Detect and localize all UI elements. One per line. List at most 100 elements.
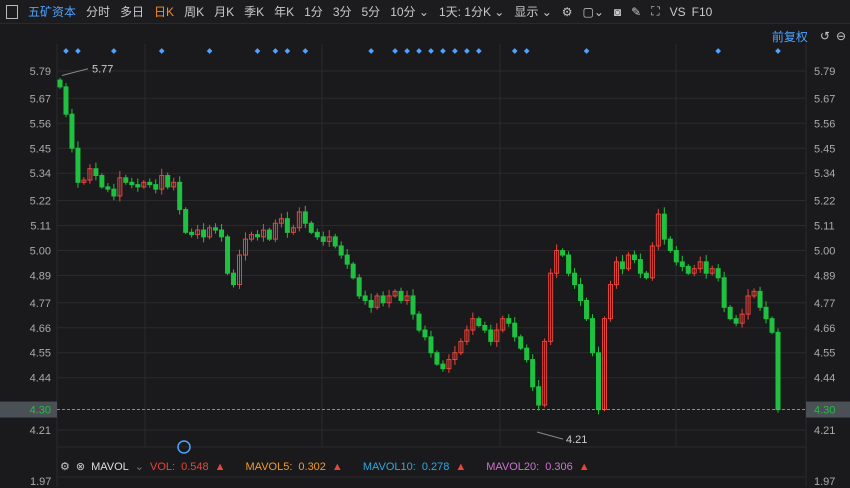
period-tab-2[interactable]: 日K — [154, 3, 174, 20]
candle-body — [572, 272, 578, 286]
y-tick-label: 4.44 — [30, 373, 51, 385]
candle-body — [153, 184, 159, 190]
indicator-close-icon[interactable]: ⊗ — [76, 460, 85, 473]
event-marker — [206, 48, 213, 54]
period-tab-0[interactable]: 分时 — [86, 3, 110, 20]
period-tab-5[interactable]: 季K — [244, 3, 264, 20]
period-tab-10[interactable]: 10分 ⌄ — [390, 3, 429, 20]
candle-body — [476, 318, 482, 326]
min-price-label: 4.21 — [566, 434, 587, 446]
y-tick-label-right: 5.45 — [814, 143, 835, 155]
event-marker — [775, 48, 781, 54]
candle-body — [685, 265, 691, 274]
y-tick-label-right: 5.00 — [814, 246, 835, 258]
candle-body — [123, 177, 129, 183]
fullscreen-icon[interactable]: ⛶ — [651, 4, 659, 19]
candle-body — [631, 254, 637, 261]
event-marker — [302, 48, 309, 54]
candle-body — [715, 268, 721, 279]
y-tick-label: 5.67 — [30, 93, 51, 105]
event-marker — [583, 48, 590, 54]
period-tab-1[interactable]: 多日 — [120, 3, 144, 20]
candle-body — [189, 231, 195, 236]
camera-icon[interactable]: ◙ — [614, 5, 621, 19]
candle-body — [434, 352, 440, 365]
gear-icon[interactable]: ⚙ — [562, 5, 573, 19]
pencil-icon[interactable]: ✎ — [631, 5, 641, 19]
sidebar-toggle-icon[interactable] — [6, 4, 18, 19]
adjust-button[interactable]: 前复权 — [772, 28, 808, 45]
period-tab-8[interactable]: 3分 — [333, 3, 352, 20]
candle-body — [775, 331, 781, 411]
layout-icon[interactable]: ▢⌄ — [583, 5, 604, 19]
candle-body — [63, 86, 69, 115]
candle-body — [673, 250, 679, 263]
candlestick-chart[interactable]: 5.79 5.79 5.67 5.67 5.56 5.56 5.45 5.45 5.34 5.34… — [0, 44, 850, 487]
vs-button[interactable]: VS — [670, 5, 686, 19]
display-dropdown[interactable]: 显示 ⌄ — [514, 3, 551, 20]
event-marker — [476, 48, 482, 54]
candle-body — [320, 236, 326, 242]
event-marker — [272, 48, 279, 54]
candle-body — [667, 238, 673, 251]
indicator-name[interactable]: MAVOL — [91, 461, 129, 473]
candle-body — [75, 147, 81, 183]
y-tick-label: 5.11 — [30, 221, 51, 233]
f10-button[interactable]: F10 — [692, 5, 713, 19]
vol-label: VOL: — [150, 460, 176, 473]
candle-body — [338, 245, 344, 256]
y-tick-label: 4.55 — [30, 348, 51, 360]
candle-body — [428, 336, 434, 354]
candle-body — [380, 295, 386, 304]
candle-body — [733, 318, 739, 324]
event-marker — [404, 48, 410, 54]
event-marker — [75, 48, 81, 54]
candle-body — [763, 306, 769, 320]
indicator-settings-icon[interactable]: ⚙ — [60, 460, 70, 473]
period-tabs: 分时 多日 日K 周K 月K 季K 年K 1分 3分 5分 10分 ⌄ 1天: 1分K ⌄ — [86, 3, 514, 20]
candle-body — [410, 295, 416, 315]
period-tab-7[interactable]: 1分 — [304, 3, 323, 20]
candle-body — [679, 261, 685, 267]
period-tab-3[interactable]: 周K — [184, 3, 204, 20]
period-tab-4[interactable]: 月K — [214, 3, 234, 20]
candle-body — [560, 250, 566, 256]
y-tick-label: 5.56 — [30, 118, 51, 130]
y-tick-label: 5.34 — [30, 168, 51, 180]
event-marker — [63, 48, 69, 54]
event-marker — [428, 48, 434, 54]
candle-body — [362, 295, 368, 301]
event-marker — [284, 48, 291, 54]
indicator-dropdown-icon[interactable]: ⌄ — [135, 460, 144, 473]
stock-name[interactable]: 五矿资本 — [28, 3, 76, 20]
candle-body — [488, 329, 494, 342]
candle-body — [578, 284, 584, 301]
event-marker — [715, 48, 721, 54]
period-tab-9[interactable]: 5分 — [362, 3, 381, 20]
y-tick-label-right: 5.11 — [814, 221, 835, 233]
undo-icon[interactable]: ↺ — [820, 29, 830, 43]
candle-body — [93, 168, 99, 177]
y-tick-label-right: 4.89 — [814, 270, 835, 282]
event-marker — [452, 48, 458, 54]
candle-body — [111, 188, 117, 197]
event-marker — [368, 48, 374, 54]
candle-body — [266, 229, 272, 240]
min-leader — [536, 431, 564, 440]
period-tab-11[interactable]: 1天: 1分K ⌄ — [439, 3, 504, 20]
candle-body — [350, 263, 356, 279]
candle-body — [69, 113, 75, 149]
zoom-out-icon[interactable]: ⊖ — [836, 29, 846, 43]
y-tick-label: 4.77 — [30, 298, 51, 310]
candle-body — [368, 299, 374, 308]
candle-body — [506, 318, 512, 324]
candle-body — [147, 181, 153, 186]
candle-body — [596, 352, 601, 411]
period-tab-6[interactable]: 年K — [274, 3, 294, 20]
candle-body — [344, 254, 350, 265]
candle-body — [416, 313, 422, 331]
candle-body — [165, 175, 171, 188]
mavol5-label: MAVOL5: — [245, 460, 293, 473]
event-marker — [111, 48, 117, 54]
mavol20-value: 0.306 — [545, 460, 573, 473]
